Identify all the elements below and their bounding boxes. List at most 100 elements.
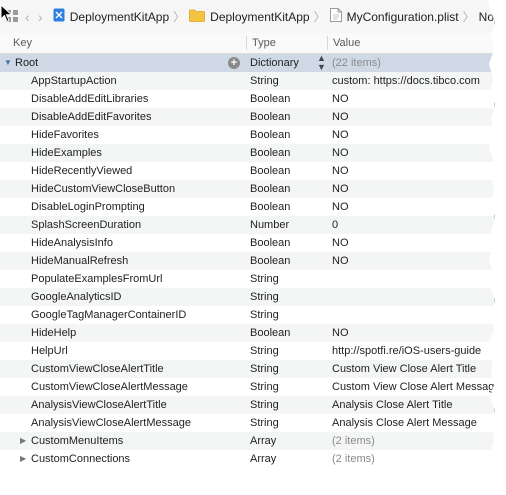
plist-row[interactable]: GoogleTagManagerContainerID String [0, 306, 494, 324]
type-stepper-icon[interactable]: ▲ ▼ [317, 54, 326, 72]
disclosure-expanded-icon[interactable]: ▼ [4, 54, 12, 72]
row-type[interactable]: Boolean [250, 108, 326, 126]
row-key[interactable]: AnalysisViewCloseAlertTitle [31, 396, 167, 414]
row-type[interactable]: String [250, 270, 326, 288]
row-key[interactable]: SplashScreenDuration [31, 216, 141, 234]
xcode-project-icon [53, 8, 65, 25]
plist-row[interactable]: HideFavorites Boolean NO [0, 126, 494, 144]
row-key[interactable]: HideRecentlyViewed [31, 162, 132, 180]
plist-row[interactable]: DisableLoginPrompting Boolean NO [0, 198, 494, 216]
plist-row[interactable]: SplashScreenDuration Number 0 [0, 216, 494, 234]
breadcrumb-file[interactable]: MyConfiguration.plist [329, 8, 459, 25]
row-type[interactable]: Array [250, 432, 326, 450]
back-chevron-icon[interactable]: ‹ [21, 9, 34, 25]
row-type[interactable]: String [250, 72, 326, 90]
row-type[interactable]: Boolean [250, 180, 326, 198]
row-key[interactable]: AppStartupAction [31, 72, 117, 90]
row-type[interactable]: Boolean [250, 324, 326, 342]
row-value[interactable] [332, 306, 494, 324]
row-value[interactable]: NO [332, 234, 494, 252]
row-key[interactable]: PopulateExamplesFromUrl [31, 270, 162, 288]
plist-row[interactable]: HideAnalysisInfo Boolean NO [0, 234, 494, 252]
plist-row[interactable]: DisableAddEditFavorites Boolean NO [0, 108, 494, 126]
row-type[interactable]: String [250, 306, 326, 324]
row-value[interactable]: NO [332, 144, 494, 162]
row-key[interactable]: HideExamples [31, 144, 102, 162]
row-type[interactable]: Boolean [250, 252, 326, 270]
row-value[interactable]: NO [332, 252, 494, 270]
plist-row[interactable]: CustomViewCloseAlertTitle String Custom Vi… [0, 360, 494, 378]
row-key[interactable]: HideManualRefresh [31, 252, 128, 270]
row-type[interactable]: String [250, 342, 326, 360]
row-type[interactable]: Boolean [250, 126, 326, 144]
row-type[interactable]: String [250, 378, 326, 396]
row-type[interactable]: String [250, 414, 326, 432]
row-value[interactable] [332, 288, 494, 306]
row-key[interactable]: CustomViewCloseAlertMessage [31, 378, 188, 396]
row-key[interactable]: HideHelp [31, 324, 76, 342]
plist-row[interactable]: HideHelp Boolean NO [0, 324, 494, 342]
breadcrumb-project[interactable]: DeploymentKitApp [53, 8, 169, 25]
row-value[interactable]: NO [332, 198, 494, 216]
row-type[interactable]: String [250, 288, 326, 306]
plist-row[interactable]: PopulateExamplesFromUrl String [0, 270, 494, 288]
plist-row[interactable]: HideExamples Boolean NO [0, 144, 494, 162]
row-value[interactable]: NO [332, 162, 494, 180]
row-value[interactable]: NO [332, 126, 494, 144]
row-type[interactable]: Boolean [250, 234, 326, 252]
row-value[interactable]: NO [332, 90, 494, 108]
row-type[interactable]: Boolean [250, 162, 326, 180]
type-column-header[interactable]: Type [246, 33, 276, 53]
row-value[interactable]: http://spotfi.re/iOS-users-guide [332, 342, 494, 360]
plist-row[interactable]: AnalysisViewCloseAlertMessage String Analy… [0, 414, 494, 432]
plist-row[interactable]: AnalysisViewCloseAlertTitle String Analysi… [0, 396, 494, 414]
row-value[interactable]: NO [332, 324, 494, 342]
row-key[interactable]: GoogleAnalyticsID [31, 288, 122, 306]
plist-row-collapsed[interactable]: ▶ CustomMenuItems Array (2 items) [0, 432, 494, 450]
row-value[interactable]: custom: https://docs.tibco.com [332, 72, 494, 90]
row-type[interactable]: String [250, 396, 326, 414]
key-column-header[interactable]: Key [7, 33, 32, 53]
row-value[interactable]: NO [332, 108, 494, 126]
row-key[interactable]: HideCustomViewCloseButton [31, 180, 175, 198]
plist-row[interactable]: CustomViewCloseAlertMessage String Custom … [0, 378, 494, 396]
row-key[interactable]: HideAnalysisInfo [31, 234, 113, 252]
value-column-header[interactable]: Value [327, 33, 360, 53]
plist-row[interactable]: HideRecentlyViewed Boolean NO [0, 162, 494, 180]
root-row[interactable]: ▼ Root + Dictionary ▲ ▼ (22 items) [0, 54, 494, 72]
row-type[interactable]: Boolean [250, 90, 326, 108]
row-value[interactable]: Analysis Close Alert Message [332, 414, 494, 432]
row-value[interactable]: Custom View Close Alert Title [332, 360, 494, 378]
row-key[interactable]: DisableLoginPrompting [31, 198, 145, 216]
jump-bar: ‹ › DeploymentKitApp 〉 DeploymentKitApp … [0, 0, 494, 34]
row-key[interactable]: DisableAddEditFavorites [31, 108, 151, 126]
breadcrumb-folder[interactable]: DeploymentKitApp [189, 9, 310, 25]
forward-chevron-icon[interactable]: › [34, 9, 47, 25]
row-key[interactable]: CustomViewCloseAlertTitle [31, 360, 164, 378]
row-key[interactable]: HideFavorites [31, 126, 99, 144]
row-key[interactable]: CustomMenuItems [31, 432, 123, 450]
row-type[interactable]: Number [250, 216, 326, 234]
row-key[interactable]: DisableAddEditLibraries [31, 90, 148, 108]
row-type[interactable]: String [250, 360, 326, 378]
row-type[interactable]: Dictionary [250, 57, 299, 69]
plist-row[interactable]: GoogleAnalyticsID String [0, 288, 494, 306]
add-item-icon[interactable]: + [228, 57, 240, 69]
row-key[interactable]: HelpUrl [31, 342, 68, 360]
row-key[interactable]: GoogleTagManagerContainerID [31, 306, 186, 324]
plist-row[interactable]: DisableAddEditLibraries Boolean NO [0, 90, 494, 108]
row-value[interactable]: Custom View Close Alert Message [332, 378, 494, 396]
plist-row[interactable]: HideCustomViewCloseButton Boolean NO [0, 180, 494, 198]
plist-row[interactable]: AppStartupAction String custom: https://do… [0, 72, 494, 90]
row-type[interactable]: Boolean [250, 144, 326, 162]
row-value[interactable]: 0 [332, 216, 494, 234]
plist-row[interactable]: HideManualRefresh Boolean NO [0, 252, 494, 270]
row-type[interactable]: Boolean [250, 198, 326, 216]
row-value[interactable]: Analysis Close Alert Title [332, 396, 494, 414]
column-header: Key Type Value [0, 33, 494, 54]
disclosure-collapsed-icon[interactable]: ▶ [20, 432, 26, 450]
row-value[interactable]: NO [332, 180, 494, 198]
plist-row[interactable]: HelpUrl String http://spotfi.re/iOS-users-… [0, 342, 494, 360]
row-value[interactable] [332, 270, 494, 288]
row-key[interactable]: AnalysisViewCloseAlertMessage [31, 414, 191, 432]
